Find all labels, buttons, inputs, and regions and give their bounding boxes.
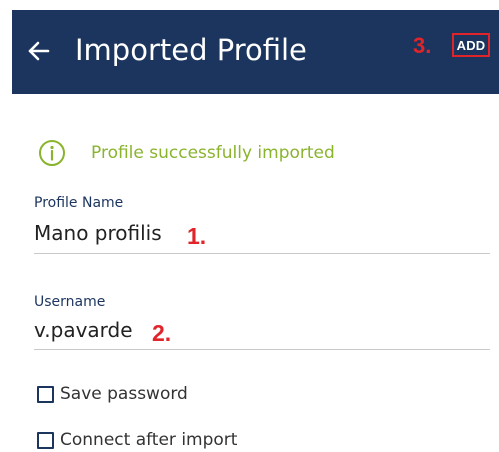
step-3-annotation: 3. [413,33,432,58]
info-circle-icon [39,140,65,166]
connect-after-import-label: Connect after import [60,430,238,450]
success-message: Profile successfully imported [91,143,335,163]
save-password-label: Save password [60,384,188,404]
checkbox-box[interactable] [37,431,54,449]
profile-name-underline [34,253,490,254]
add-button[interactable]: ADD [452,33,490,57]
connect-after-import-checkbox[interactable]: Connect after import [37,430,237,450]
step-2-annotation: 2. [152,320,172,346]
username-input[interactable]: v.pavarde [34,318,133,342]
profile-name-input[interactable]: Mano profilis [34,221,162,245]
username-label: Username [34,294,106,310]
page-title: Imported Profile [75,33,307,67]
checkbox-box[interactable] [37,385,54,403]
username-underline [34,349,490,350]
profile-name-label: Profile Name [34,195,124,211]
app-bar: Imported Profile 3. ADD [12,10,499,94]
step-1-annotation: 1. [187,223,207,249]
arrow-left-icon[interactable] [26,38,52,64]
imported-profile-screen: Imported Profile 3. ADD Profile successf… [0,0,499,452]
save-password-checkbox[interactable]: Save password [37,384,188,404]
